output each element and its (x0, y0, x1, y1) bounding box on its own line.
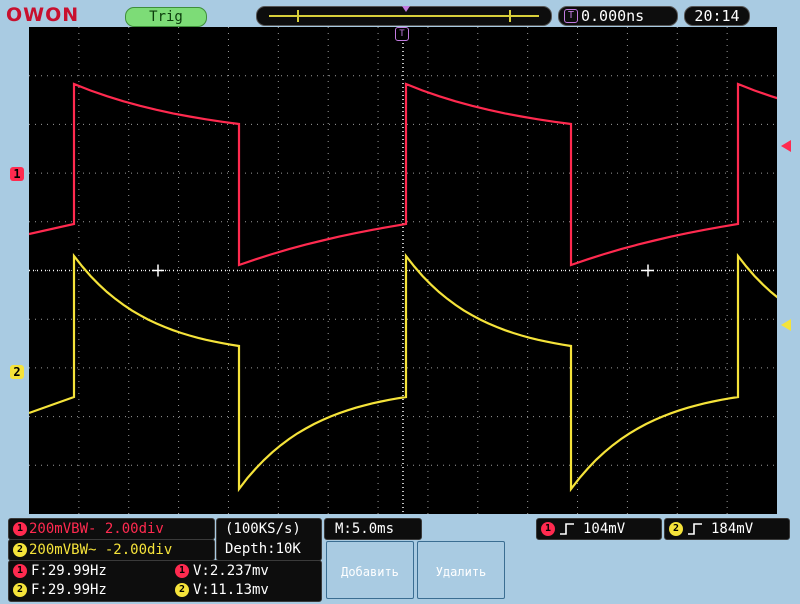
clock: 20:14 (684, 6, 750, 26)
timeline-right-bracket (509, 10, 511, 22)
ch2-scale: 200mVBW~ -2.00div (29, 542, 173, 558)
meas-ch2-freq-badge: 2 (13, 583, 27, 597)
timebase-value: M:5.0ms (335, 521, 395, 537)
ch1-trigger-level-icon[interactable] (781, 140, 791, 152)
meas-ch2-volt-badge: 2 (175, 583, 189, 597)
top-status-bar: OWON Trig T 0.000ns 20:14 (0, 0, 800, 30)
ch1-badge: 1 (13, 522, 27, 536)
ch1-scale-panel[interactable]: 1 200mVBW- 2.00div (8, 518, 215, 540)
ch2-trigger-badge: 2 (669, 522, 683, 536)
ch2-frequency: F:29.99Hz (31, 582, 107, 598)
ch2-trigger-level-icon[interactable] (781, 319, 791, 331)
ch2-offset-marker[interactable]: 2 (10, 365, 24, 379)
ch2-voltage: V:11.13mv (193, 582, 269, 598)
ch1-trigger-level: 104mV (583, 521, 626, 537)
trigger-status-badge: Trig (125, 7, 207, 27)
ch2-trigger-panel[interactable]: 2 184mV (664, 518, 790, 540)
trigger-t-icon: T (564, 9, 578, 23)
timeline-track (269, 15, 539, 17)
ch1-frequency: F:29.99Hz (31, 563, 107, 579)
memory-timeline (256, 6, 552, 26)
delete-softkey-button[interactable]: Удалить (417, 541, 505, 599)
ch2-scale-panel[interactable]: 2 200mVBW~ -2.00div (8, 539, 215, 561)
acquisition-panel: (100KS/s) Depth:10K (216, 518, 322, 561)
ch1-scale: 200mVBW- 2.00div (29, 521, 164, 537)
graticule (29, 27, 777, 514)
add-softkey-button[interactable]: Добавить (326, 541, 414, 599)
ch2-trigger-level: 184mV (711, 521, 754, 537)
measurement-panel: 1 F:29.99Hz 1 V:2.237mv 2 F:29.99Hz 2 V:… (8, 560, 322, 602)
ch1-offset-marker[interactable]: 1 (10, 167, 24, 181)
ch1-trigger-panel[interactable]: 1 104mV (536, 518, 662, 540)
timebase-panel[interactable]: M:5.0ms (324, 518, 422, 540)
trigger-position-readout: T 0.000ns (558, 6, 678, 26)
trigger-time-marker-icon[interactable]: T (395, 27, 409, 41)
ch2-badge: 2 (13, 543, 27, 557)
meas-ch1-freq-badge: 1 (13, 564, 27, 578)
ch1-voltage: V:2.237mv (193, 563, 269, 579)
trigger-position-value: 0.000ns (581, 7, 645, 25)
sample-rate: (100KS/s) (225, 521, 301, 537)
rising-edge-icon (688, 523, 702, 535)
ch1-trigger-badge: 1 (541, 522, 555, 536)
timeline-left-bracket (297, 10, 299, 22)
brand-logo: OWON (6, 4, 80, 26)
memory-depth: Depth:10K (225, 541, 301, 557)
waveform-display[interactable] (29, 27, 777, 514)
ch2-waveform (29, 252, 777, 493)
meas-ch1-volt-badge: 1 (175, 564, 189, 578)
trigger-point-icon (402, 6, 410, 12)
rising-edge-icon (560, 523, 574, 535)
